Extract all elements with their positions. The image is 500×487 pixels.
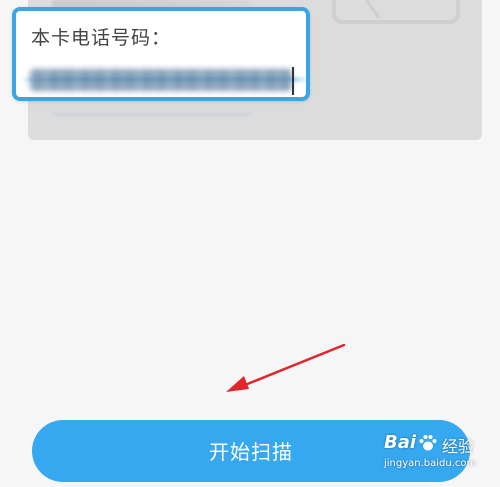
- phone-number-field[interactable]: [30, 69, 292, 91]
- phone-number-callout: 本卡电话号码：: [12, 7, 310, 101]
- arrow-shaft: [238, 343, 346, 389]
- watermark-url: jingyan.baidu.com: [384, 458, 477, 469]
- text-cursor: [292, 67, 294, 95]
- paw-icon: [419, 435, 437, 451]
- arrow-head: [226, 376, 249, 392]
- watermark-brand: Bai: [384, 432, 417, 453]
- blurred-card-text: [52, 112, 252, 117]
- baidu-jingyan-watermark: Bai 经验 jingyan.baidu.com: [378, 432, 496, 482]
- watermark-tail: 经验: [442, 437, 475, 456]
- phone-number-label: 本卡电话号码：: [31, 27, 172, 49]
- card-chip-outline: [332, 0, 460, 24]
